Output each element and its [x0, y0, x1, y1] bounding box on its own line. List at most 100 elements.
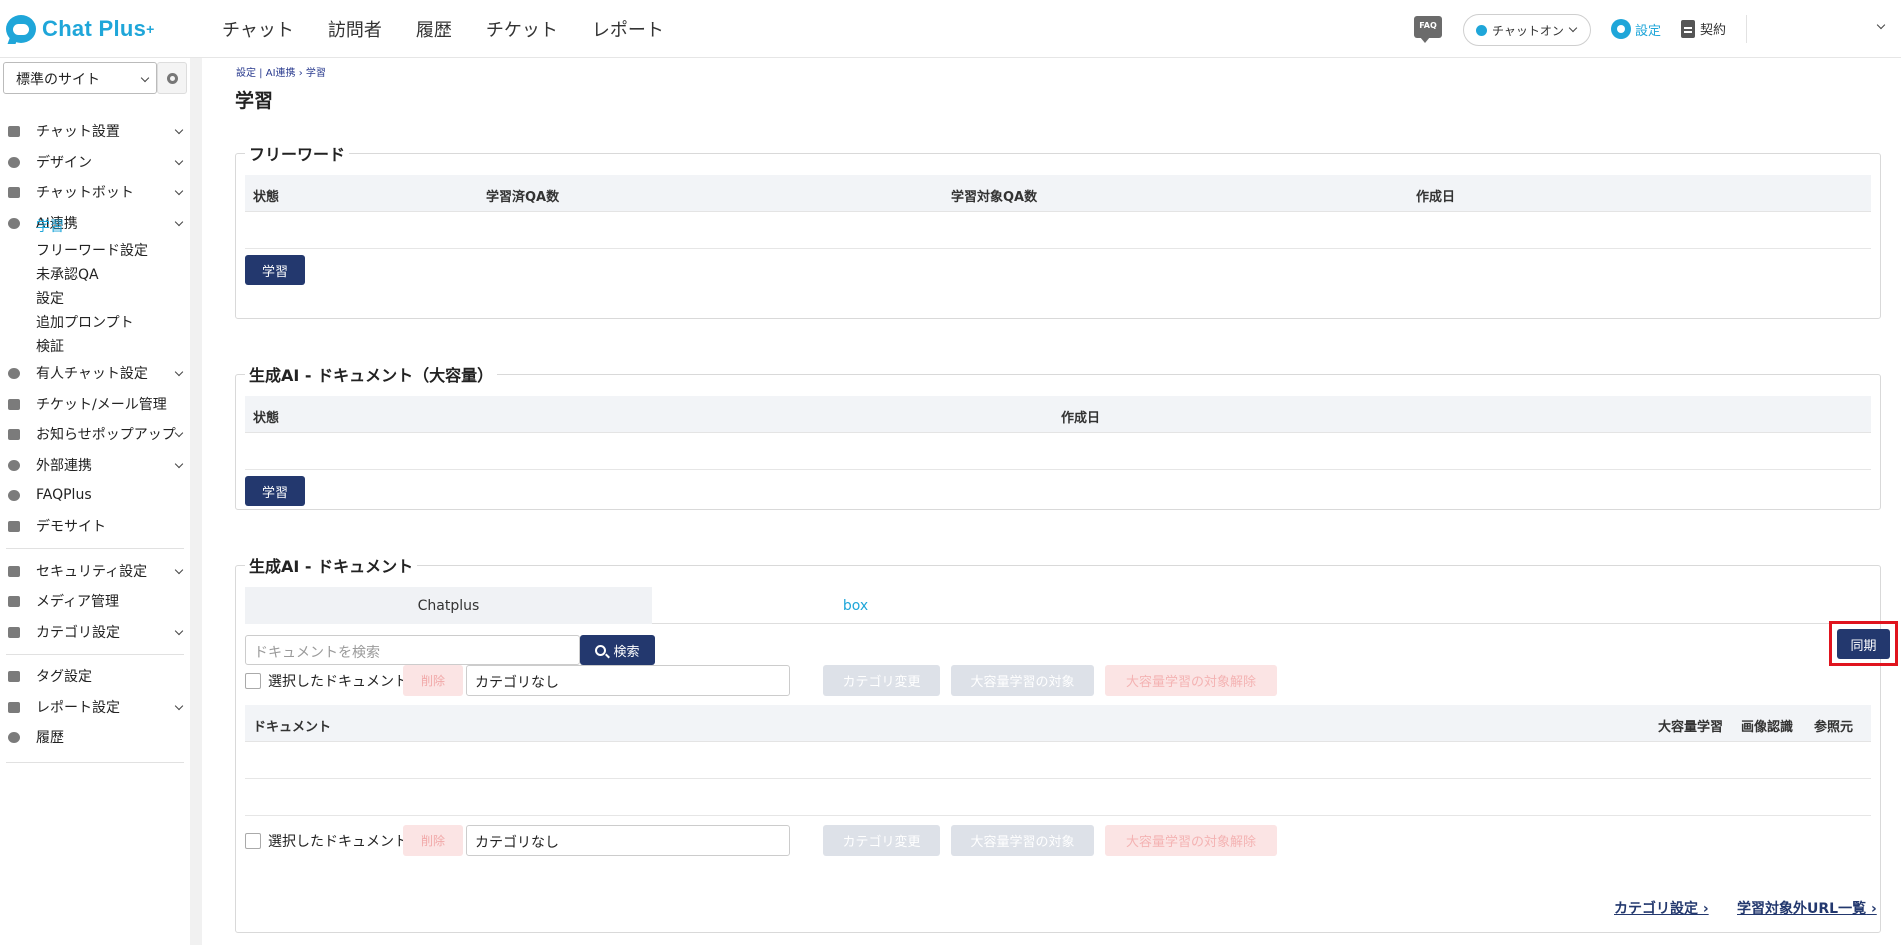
user-menu-chevron-icon[interactable] — [1876, 20, 1886, 30]
learn-button[interactable]: 学習 — [245, 476, 305, 506]
category-select[interactable]: カテゴリなし — [466, 825, 790, 856]
nav-tickets[interactable]: チケット — [486, 16, 558, 42]
main-nav: チャット 訪問者 履歴 チケット レポート — [222, 0, 664, 58]
app-logo[interactable]: Chat Plus + — [6, 14, 155, 44]
report-icon — [8, 701, 20, 713]
tag-icon — [8, 670, 20, 682]
chat-status-dropdown[interactable]: チャットオン — [1463, 14, 1591, 46]
chat-status-label: チャットオン — [1492, 23, 1564, 38]
sidebar-item-tag[interactable]: タグ設定 — [0, 661, 196, 691]
category-settings-link[interactable]: カテゴリ設定 › — [1614, 898, 1709, 918]
sidebar-item-label: デザイン — [36, 155, 92, 171]
learn-button[interactable]: 学習 — [245, 255, 305, 285]
table-header: 状態 学習済QA数 学習対象QA数 作成日 — [245, 175, 1871, 212]
nav-visitors[interactable]: 訪問者 — [328, 16, 382, 42]
col-created: 作成日 — [1416, 190, 1456, 205]
sidebar-item-chatbot[interactable]: チャットボット — [0, 177, 196, 207]
tab-box[interactable]: box — [652, 587, 1059, 624]
sidebar-item-report[interactable]: レポート設定 — [0, 692, 196, 722]
sidebar-item-ticket-mail[interactable]: チケット/メール管理 — [0, 389, 196, 419]
sidebar-item-label: 外部連携 — [36, 458, 92, 474]
sidebar-item-label: チャットボット — [36, 185, 134, 201]
search-button[interactable]: 検索 — [580, 635, 655, 665]
large-learning-target-button[interactable]: 大容量学習の対象 — [951, 825, 1094, 856]
monitor-icon — [8, 520, 20, 532]
sidebar-item-chat-settings[interactable]: チャット設置 — [0, 116, 196, 146]
sidebar-item-ai[interactable]: AI連携 — [0, 208, 196, 238]
settings-link[interactable]: 設定 — [1611, 19, 1661, 39]
delete-button[interactable]: 削除 — [403, 825, 463, 856]
sidebar-item-demo[interactable]: デモサイト — [0, 511, 196, 541]
change-category-button[interactable]: カテゴリ変更 — [823, 665, 940, 696]
selected-docs-label: 選択したドキュメントを — [268, 674, 422, 690]
bulk-action-row-bottom: 選択したドキュメントを 削除 カテゴリなし カテゴリ変更 大容量学習の対象 大容… — [245, 825, 1345, 856]
col-image-recognition: 画像認識 — [1741, 720, 1794, 735]
sidebar-item-popup[interactable]: お知らせポップアップ — [0, 419, 196, 449]
sidebar-sub-prompt[interactable]: 追加プロンプト — [36, 312, 134, 332]
search-button-label: 検索 — [613, 644, 640, 660]
share-icon — [8, 459, 20, 471]
sidebar-item-category[interactable]: カテゴリ設定 — [0, 617, 196, 647]
category-select[interactable]: カテゴリなし — [466, 665, 790, 696]
nav-history[interactable]: 履歴 — [416, 16, 452, 42]
logo-text: Chat Plus — [42, 16, 147, 41]
select-all-checkbox[interactable] — [245, 833, 261, 849]
faq-icon[interactable]: FAQ — [1414, 16, 1442, 43]
selected-docs-label: 選択したドキュメントを — [268, 834, 422, 850]
sidebar-item-security[interactable]: セキュリティ設定 — [0, 556, 196, 586]
sidebar-item-label: FAQPlus — [36, 487, 92, 503]
image-icon — [8, 595, 20, 607]
sidebar-item-design[interactable]: デザイン — [0, 147, 196, 177]
genai-doc-panel: 生成AI - ドキュメント Chatplus box ドキュメントを検索 検索 … — [235, 553, 1898, 933]
gear-icon — [167, 73, 178, 84]
chevron-down-icon — [174, 565, 184, 575]
table-row — [245, 742, 1871, 779]
large-learning-untarget-button[interactable]: 大容量学習の対象解除 — [1105, 825, 1277, 856]
sidebar-item-external[interactable]: 外部連携 — [0, 450, 196, 480]
genai-large-panel: 生成AI - ドキュメント（大容量） 状態 作成日 学習 — [235, 362, 1881, 510]
sidebar-sub-freeword[interactable]: フリーワード設定 — [36, 240, 148, 260]
gear-icon — [1611, 19, 1631, 39]
contract-link[interactable]: 契約 — [1681, 19, 1726, 38]
sidebar-sub-learning[interactable]: 学習 — [36, 216, 64, 236]
sidebar-sub-verify[interactable]: 検証 — [36, 336, 64, 356]
table-row — [245, 433, 1871, 470]
brain-icon — [8, 217, 20, 229]
sidebar-sub-unapproved-qa[interactable]: 未承認QA — [36, 264, 99, 284]
sidebar-item-media[interactable]: メディア管理 — [0, 586, 196, 616]
nav-reports[interactable]: レポート — [592, 16, 664, 42]
tools-icon — [8, 125, 20, 137]
sidebar-item-manned-chat[interactable]: 有人チャット設定 — [0, 358, 196, 388]
document-search-input[interactable]: ドキュメントを検索 — [245, 635, 580, 665]
status-dot-icon — [1476, 24, 1487, 36]
sidebar-sub-settings[interactable]: 設定 — [36, 288, 64, 308]
sidebar-item-label: チャット設置 — [36, 124, 120, 140]
chevron-down-icon — [174, 626, 184, 636]
table-row — [245, 212, 1871, 249]
sidebar-item-label: タグ設定 — [36, 669, 92, 685]
document-table-header: ドキュメント 大容量学習 画像認識 参照元 — [245, 705, 1871, 742]
delete-button[interactable]: 削除 — [403, 665, 463, 696]
sidebar-item-faqplus[interactable]: FAQPlus — [0, 480, 196, 510]
nav-chat[interactable]: チャット — [222, 16, 294, 42]
headset-icon — [8, 367, 20, 379]
breadcrumb[interactable]: 設定 | AI連携 › 学習 — [236, 64, 326, 79]
large-learning-target-button[interactable]: 大容量学習の対象 — [951, 665, 1094, 696]
main-content: 設定 | AI連携 › 学習 学習 フリーワード 状態 学習済QA数 学習対象Q… — [210, 58, 1901, 945]
sidebar-item-history[interactable]: 履歴 — [0, 722, 196, 752]
change-category-button[interactable]: カテゴリ変更 — [823, 825, 940, 856]
select-all-checkbox[interactable] — [245, 673, 261, 689]
sidebar-divider — [6, 654, 184, 655]
freeword-panel: フリーワード 状態 学習済QA数 学習対象QA数 作成日 学習 — [235, 141, 1881, 319]
large-learning-untarget-button[interactable]: 大容量学習の対象解除 — [1105, 665, 1277, 696]
site-select[interactable]: 標準のサイト — [3, 62, 157, 94]
excluded-url-list-link[interactable]: 学習対象外URL一覧 › — [1737, 898, 1877, 918]
sidebar-scrollbar[interactable] — [190, 58, 202, 945]
lock-icon — [8, 565, 20, 577]
sidebar-item-label: チケット/メール管理 — [36, 397, 167, 413]
sync-button[interactable]: 同期 — [1837, 629, 1890, 659]
chevron-down-icon — [174, 701, 184, 711]
tab-chatplus[interactable]: Chatplus — [245, 587, 652, 624]
site-settings-button[interactable] — [157, 62, 187, 94]
table-header: 状態 作成日 — [245, 396, 1871, 433]
